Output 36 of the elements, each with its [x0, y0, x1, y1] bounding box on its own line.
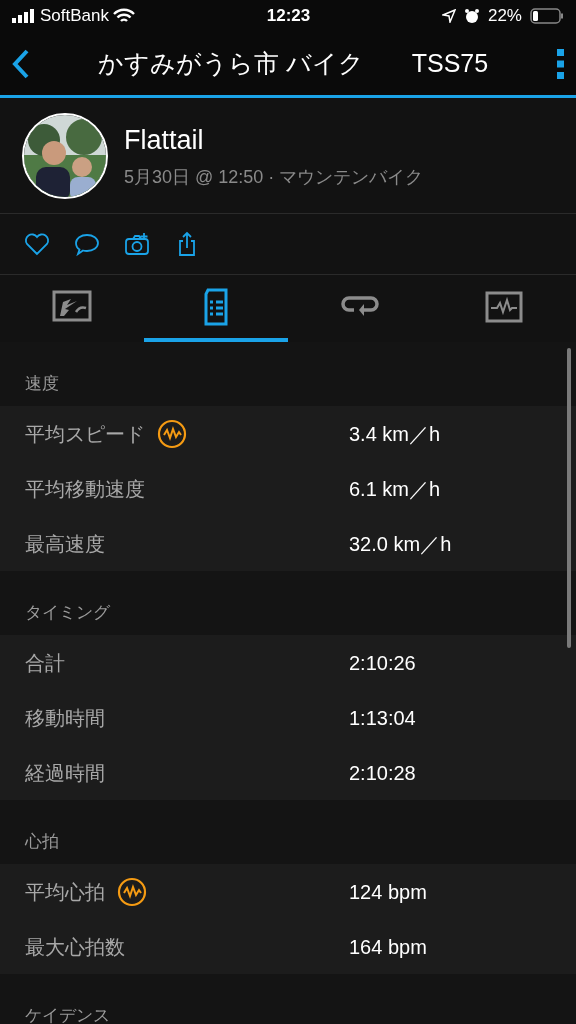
battery-percent: 22% [487, 5, 522, 28]
signal-icon [12, 9, 36, 23]
stat-label: 平均スピード [25, 421, 145, 447]
stat-label: 移動時間 [25, 705, 105, 731]
clock-time: 12:23 [266, 5, 311, 28]
stat-label: 経過時間 [25, 760, 105, 786]
wifi-icon [113, 8, 135, 24]
stat-label: 平均心拍 [25, 879, 105, 905]
section-heading: 心拍 [24, 830, 60, 853]
loop-arrows-icon [341, 295, 379, 318]
section-heading: タイミング [24, 601, 111, 624]
stat-value: 2:10:28 [349, 760, 416, 786]
user-name[interactable]: Flattail [124, 119, 424, 161]
more-menu-button[interactable] [554, 47, 566, 80]
location-arrow-icon [441, 9, 456, 23]
carrier-name: SoftBank [40, 5, 109, 28]
stat-value: 124 bpm [349, 879, 427, 905]
stat-label: 合計 [25, 650, 65, 676]
stat-label: 平均移動速度 [25, 476, 145, 502]
stat-value: 2:10:26 [349, 650, 416, 676]
tss-score: TSS75 [411, 47, 489, 79]
stat-label: 最高速度 [25, 531, 105, 557]
add-photo-button[interactable] [122, 230, 152, 258]
activity-title: かすみがうら市 バイク [97, 47, 364, 79]
stat-value: 6.1 km／h [349, 476, 441, 502]
stat-value: 3.4 km／h [349, 421, 441, 447]
section-heading: 速度 [24, 372, 60, 395]
alarm-clock-icon [463, 8, 480, 24]
section-heading: ケイデンス [24, 1004, 111, 1024]
stat-value: 1:13:04 [349, 705, 416, 731]
activity-date: 5月30日 @ 12:50 · マウンテンバイク [124, 166, 424, 190]
stat-value: 164 bpm [349, 934, 427, 960]
stat-label: 最大心拍数 [25, 934, 125, 960]
stat-value: 32.0 km／h [349, 531, 452, 557]
like-button[interactable] [22, 230, 52, 258]
battery-icon [530, 8, 564, 24]
